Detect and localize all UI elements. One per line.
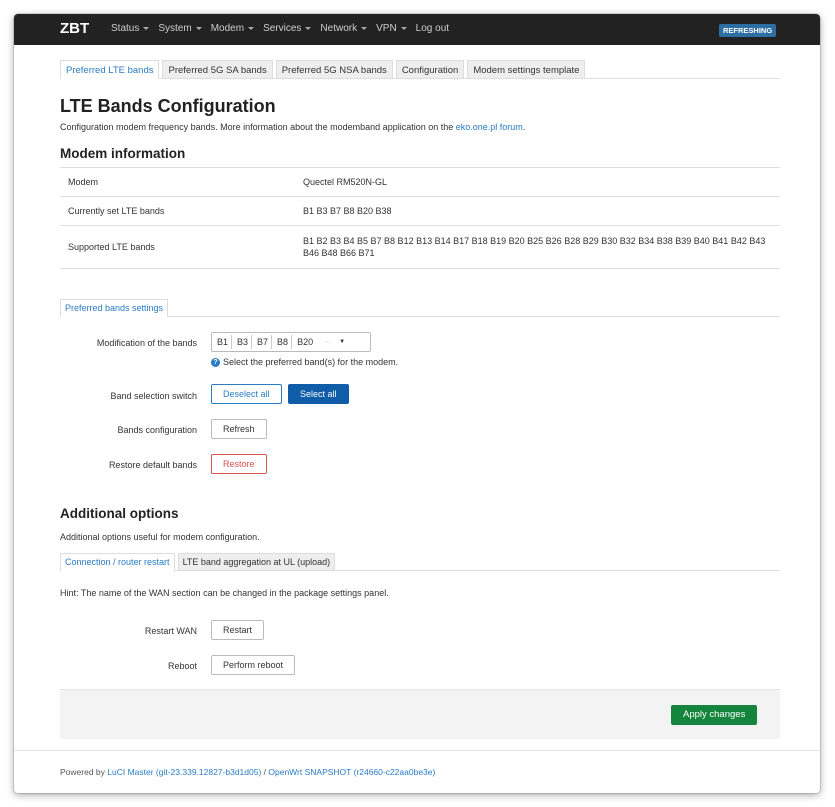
actions-bar: Apply changes	[60, 689, 780, 739]
deselect-all-button[interactable]: Deselect all	[211, 384, 282, 404]
current-bands-label: Currently set LTE bands	[68, 206, 165, 216]
additional-options-heading: Additional options	[60, 506, 179, 521]
modem-info-heading: Modem information	[60, 146, 186, 161]
more-bands-indicator: ···	[324, 338, 332, 346]
table-row: Modem Quectel RM520N-GL	[60, 168, 780, 197]
footer-powered-by: Powered by LuCI Master (git-23.339.12827…	[60, 767, 436, 777]
luci-link[interactable]: LuCI Master (git-23.339.12827-b3d1d05)	[107, 767, 261, 777]
refreshing-badge[interactable]: REFRESHING	[719, 24, 777, 37]
band-chip: B3	[234, 335, 253, 349]
restart-wan-label: Restart WAN	[144, 626, 197, 636]
additional-tabs: Connection / router restart LTE band agg…	[60, 553, 780, 571]
page-tabs: Preferred LTE bands Preferred 5G SA band…	[60, 60, 780, 79]
refresh-button[interactable]: Refresh	[211, 419, 267, 439]
menu-logout[interactable]: Log out	[416, 23, 449, 34]
table-row: Supported LTE bands B1 B2 B3 B4 B5 B7 B8…	[60, 226, 780, 269]
menu-vpn[interactable]: VPN	[376, 23, 407, 34]
top-navbar: ZBT Status System Modem Services Network…	[14, 14, 820, 45]
band-chip: B8	[274, 335, 293, 349]
brand-logo[interactable]: ZBT	[60, 20, 89, 37]
band-chip: B7	[254, 335, 273, 349]
supported-bands-value: B1 B2 B3 B4 B5 B7 B8 B12 B13 B14 B17 B18…	[303, 236, 766, 258]
modem-value: Quectel RM520N-GL	[303, 177, 388, 187]
supported-bands-label: Supported LTE bands	[68, 242, 155, 252]
eko-forum-link[interactable]: eko.one.pl forum	[456, 122, 523, 132]
table-row: Currently set LTE bands B1 B3 B7 B8 B20 …	[60, 197, 780, 226]
modem-label: Modem	[68, 177, 99, 187]
modification-label: Modification of the bands	[96, 338, 197, 348]
perform-reboot-button[interactable]: Perform reboot	[211, 655, 296, 675]
footer-divider	[14, 750, 820, 751]
page-description: Configuration modem frequency bands. Mor…	[60, 122, 526, 132]
current-bands-value: B1 B3 B7 B8 B20 B38	[303, 206, 392, 216]
tab-connection-router-restart[interactable]: Connection / router restart	[60, 553, 175, 571]
openwrt-link[interactable]: OpenWrt SNAPSHOT (r24660-c22aa0be3e)	[268, 767, 435, 777]
tab-preferred-bands-settings[interactable]: Preferred bands settings	[60, 299, 169, 317]
config-label: Bands configuration	[117, 425, 197, 435]
restore-button[interactable]: Restore	[211, 454, 267, 474]
wan-hint: Hint: The name of the WAN section can be…	[60, 588, 389, 598]
tab-configuration[interactable]: Configuration	[395, 60, 465, 78]
band-chip: B1	[214, 335, 233, 349]
menu-network[interactable]: Network	[320, 23, 368, 34]
reboot-label: Reboot	[167, 661, 197, 671]
dropdown-arrow-icon: ▼	[339, 339, 346, 345]
main-content: Preferred LTE bands Preferred 5G SA band…	[60, 60, 780, 675]
tab-lte-band-aggregation[interactable]: LTE band aggregation at UL (upload)	[177, 553, 336, 570]
tab-preferred-5g-sa-bands[interactable]: Preferred 5G SA bands	[162, 60, 273, 78]
menu-services[interactable]: Services	[263, 23, 312, 34]
page-title: LTE Bands Configuration	[60, 96, 276, 116]
caret-down-icon	[195, 26, 202, 30]
tab-preferred-lte-bands[interactable]: Preferred LTE bands	[60, 60, 160, 79]
restore-label: Restore default bands	[108, 460, 197, 470]
main-menu: Status System Modem Services Network VPN…	[111, 23, 458, 34]
caret-down-icon	[361, 26, 368, 30]
preferred-bands-tabs: Preferred bands settings	[60, 299, 780, 317]
band-help: ? Select the preferred band(s) for the m…	[211, 357, 398, 367]
menu-status[interactable]: Status	[111, 23, 150, 34]
band-chip: B20	[297, 337, 314, 347]
question-icon: ?	[211, 357, 220, 367]
additional-options-desc: Additional options useful for modem conf…	[60, 532, 260, 542]
caret-down-icon	[400, 26, 407, 30]
restart-button[interactable]: Restart	[211, 620, 265, 640]
switch-label: Band selection switch	[110, 391, 197, 401]
select-all-button[interactable]: Select all	[288, 384, 349, 404]
tab-modem-settings-template[interactable]: Modem settings template	[467, 60, 586, 78]
caret-down-icon	[248, 26, 255, 30]
tab-preferred-5g-nsa-bands[interactable]: Preferred 5G NSA bands	[275, 60, 393, 78]
band-multiselect[interactable]: B1 B3 B7 B8 B20 ··· ▼	[211, 332, 371, 352]
caret-down-icon	[143, 26, 150, 30]
caret-down-icon	[305, 26, 312, 30]
modem-info-table: Modem Quectel RM520N-GL Currently set LT…	[60, 167, 780, 269]
menu-modem[interactable]: Modem	[211, 23, 255, 34]
menu-system[interactable]: System	[158, 23, 202, 34]
browser-window: ZBT Status System Modem Services Network…	[14, 14, 820, 793]
band-help-text: Select the preferred band(s) for the mod…	[223, 357, 399, 367]
apply-changes-button[interactable]: Apply changes	[671, 705, 758, 725]
